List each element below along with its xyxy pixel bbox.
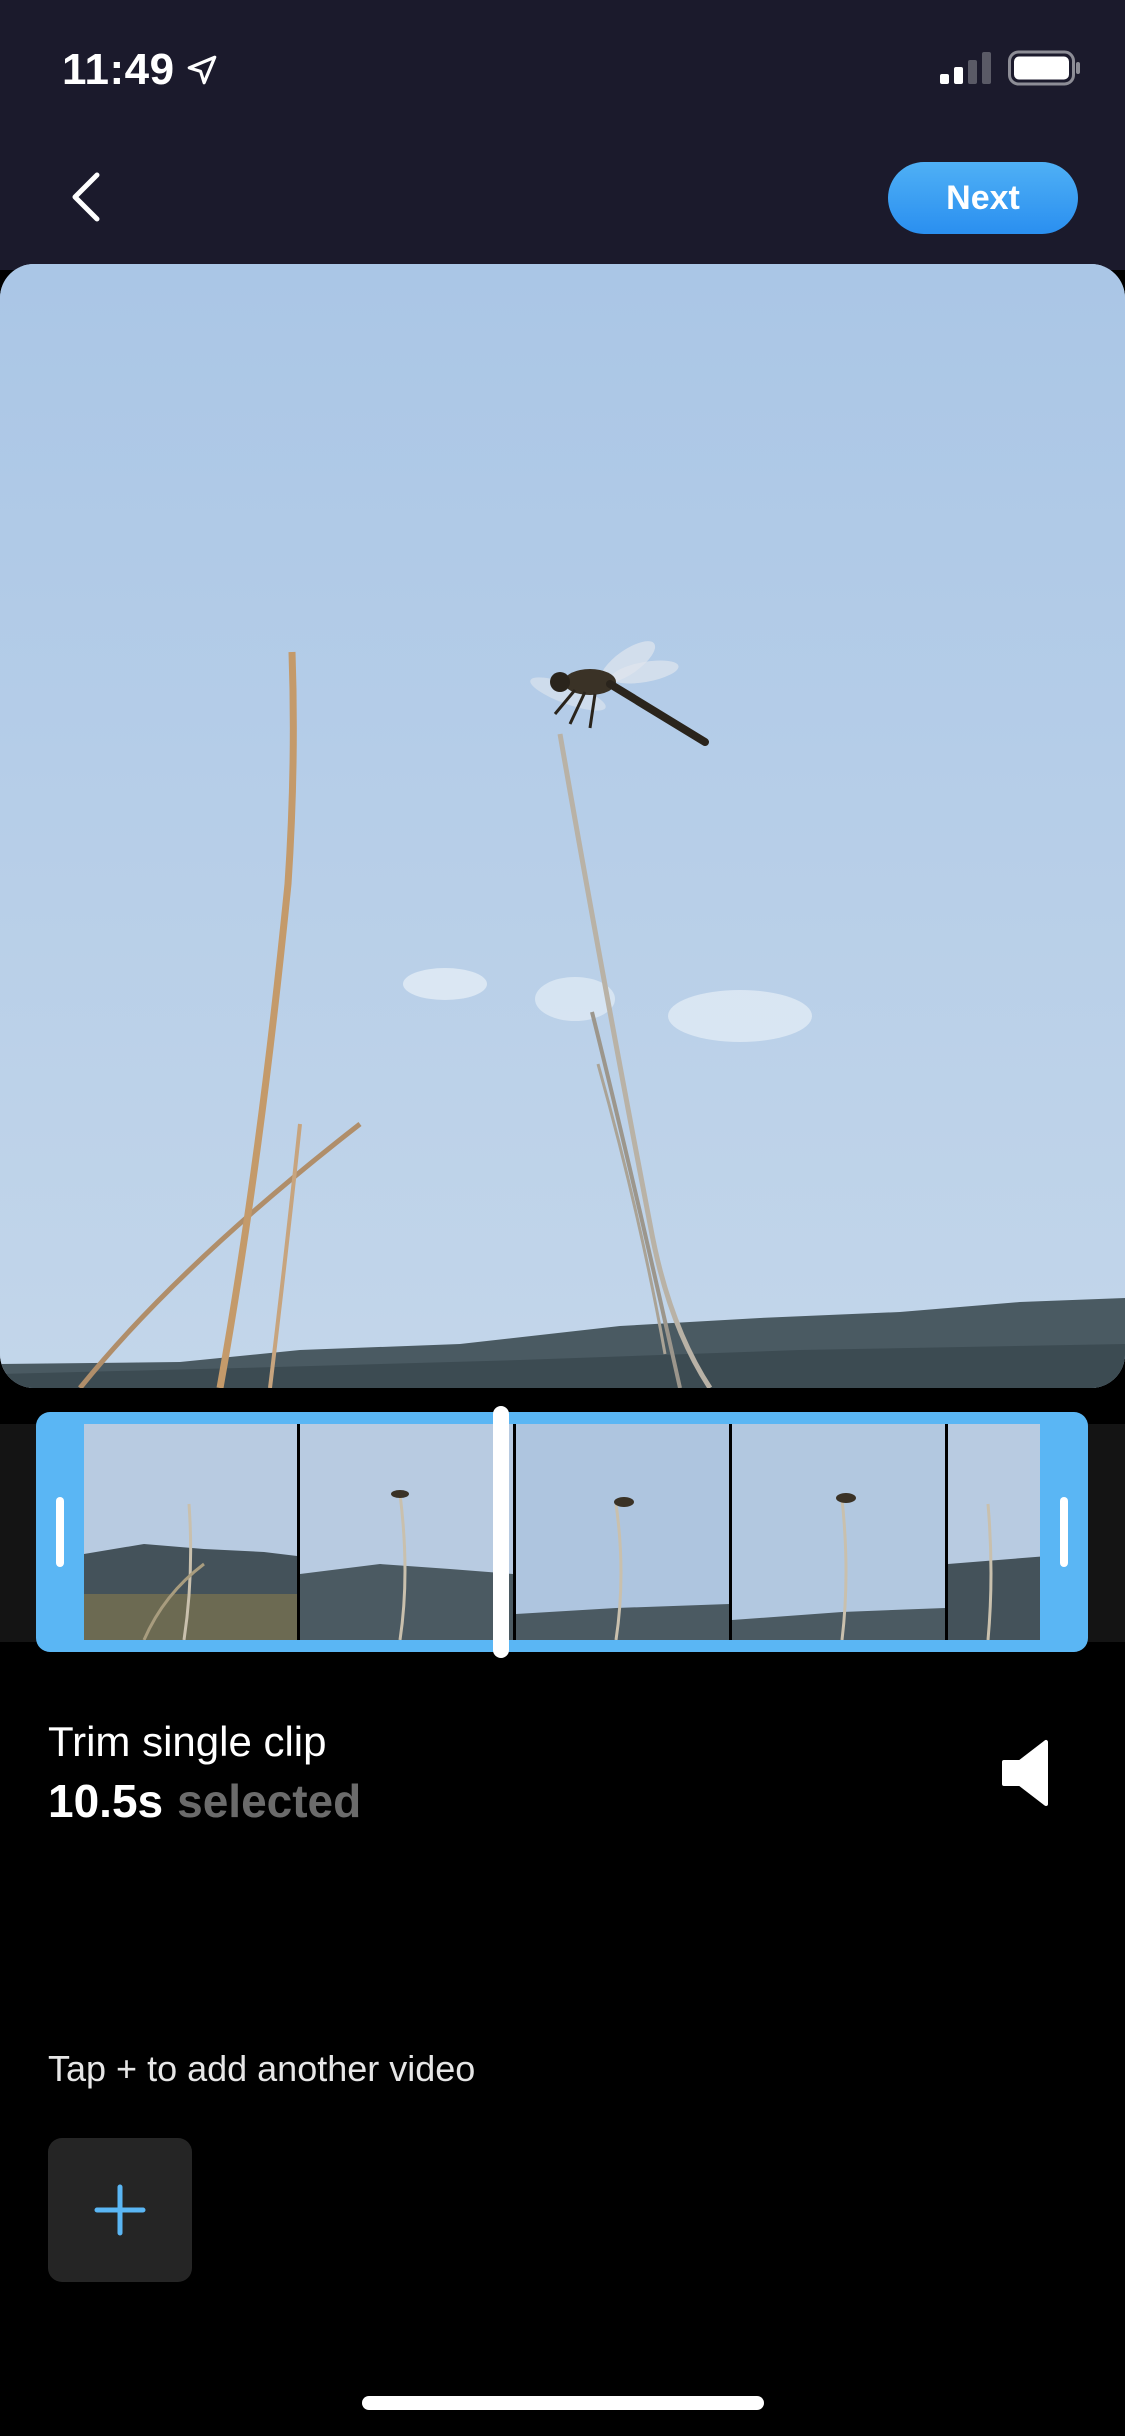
time-text: 11:49 [62, 45, 175, 94]
video-preview[interactable] [0, 264, 1125, 1388]
thumbnail-frame [84, 1424, 297, 1640]
trim-title: Trim single clip [48, 1718, 327, 1765]
speaker-icon [1002, 1740, 1048, 1806]
thumbnail-frame [948, 1424, 1040, 1640]
home-indicator[interactable] [362, 2396, 764, 2410]
video-frame [0, 264, 1125, 1388]
grip-icon [1060, 1497, 1068, 1567]
next-button[interactable]: Next [888, 162, 1078, 234]
location-arrow-icon [187, 55, 216, 85]
plus-icon [94, 2184, 146, 2236]
selection-duration: 10.5s selected [48, 1774, 361, 1828]
chevron-left-icon [72, 172, 100, 222]
trim-handle-left[interactable] [36, 1412, 84, 1652]
thumbnail-frame [516, 1424, 729, 1640]
trim-handle-right[interactable] [1040, 1412, 1088, 1652]
battery-icon [1008, 50, 1080, 86]
status-bar-time: 11:49 [62, 42, 219, 98]
back-button[interactable] [58, 166, 114, 228]
playhead[interactable] [493, 1406, 509, 1658]
volume-button[interactable] [1000, 1738, 1060, 1808]
add-video-hint: Tap + to add another video [48, 2048, 476, 2089]
clip-thumbnails[interactable] [84, 1424, 1040, 1640]
thumbnail-frame [732, 1424, 945, 1640]
duration-value: 10.5s [48, 1775, 164, 1827]
add-video-button[interactable] [48, 2138, 192, 2282]
selected-label: selected [177, 1775, 362, 1827]
grip-icon [56, 1497, 64, 1567]
thumbnail-frame [300, 1424, 513, 1640]
cellular-signal-icon [940, 52, 991, 84]
